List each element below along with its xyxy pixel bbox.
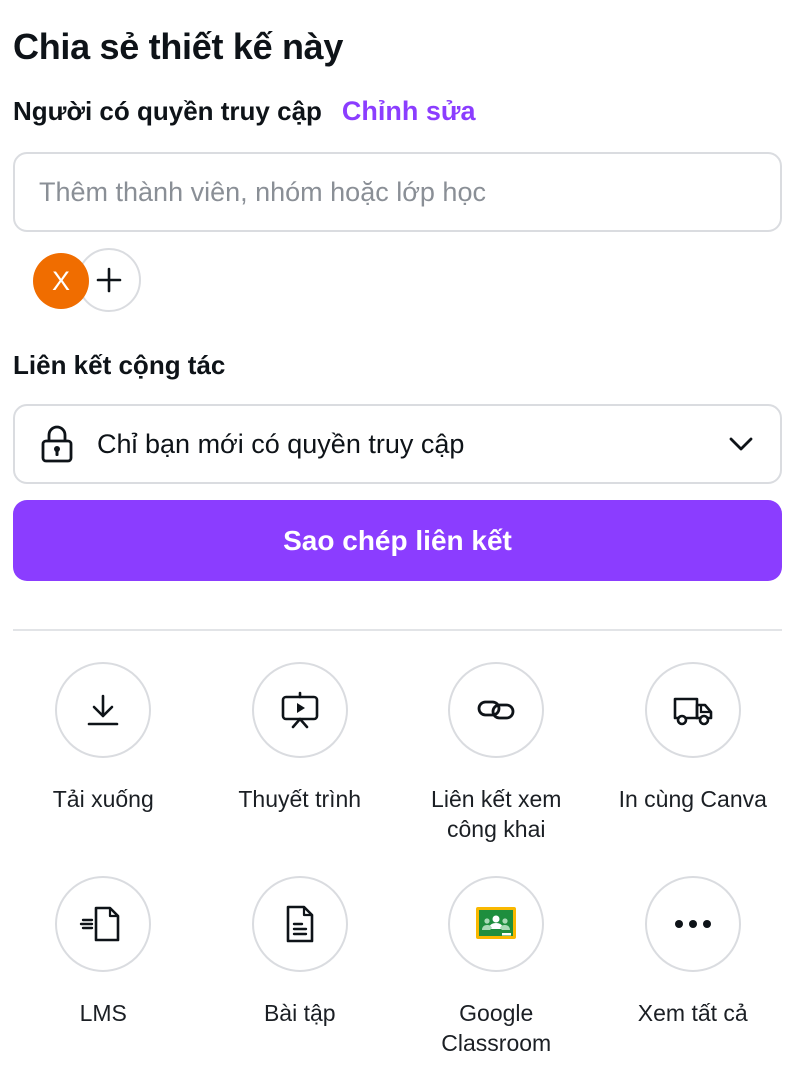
lms-icon bbox=[80, 906, 120, 942]
share-options-grid: Tải xuống Thuyết trình Liên kết xem công… bbox=[5, 662, 791, 1060]
option-public-link[interactable]: Liên kết xem công khai bbox=[398, 662, 595, 846]
access-header: Người có quyền truy cập Chỉnh sửa bbox=[13, 96, 476, 127]
option-download-button[interactable] bbox=[55, 662, 152, 758]
option-present-button[interactable] bbox=[251, 662, 348, 758]
download-icon bbox=[87, 694, 119, 726]
access-label: Người có quyền truy cập bbox=[13, 96, 322, 126]
option-lms-button[interactable] bbox=[55, 876, 152, 972]
option-label: Liên kết xem công khai bbox=[431, 786, 562, 842]
edit-access-link[interactable]: Chỉnh sửa bbox=[342, 96, 476, 127]
option-label: Google Classroom bbox=[441, 1000, 552, 1056]
present-icon bbox=[281, 691, 319, 729]
collab-link-label: Liên kết cộng tác bbox=[13, 350, 226, 380]
add-member-input[interactable] bbox=[13, 152, 782, 232]
option-label: Bài tập bbox=[263, 1000, 336, 1026]
option-label: In cùng Canva bbox=[618, 786, 767, 812]
option-google-classroom-button[interactable] bbox=[448, 876, 545, 972]
option-label: Tải xuống bbox=[52, 786, 154, 812]
chevron-down-icon bbox=[726, 429, 756, 459]
option-lms[interactable]: LMS bbox=[5, 876, 202, 1060]
copy-link-button[interactable]: Sao chép liên kết bbox=[13, 500, 782, 581]
option-label: Thuyết trình bbox=[238, 786, 362, 812]
assignment-icon bbox=[286, 905, 314, 943]
option-download[interactable]: Tải xuống bbox=[5, 662, 202, 846]
option-see-all[interactable]: Xem tất cả bbox=[595, 876, 792, 1060]
option-assignment-button[interactable] bbox=[251, 876, 348, 972]
link-access-select[interactable]: Chỉ bạn mới có quyền truy cập bbox=[13, 404, 782, 484]
option-assignment[interactable]: Bài tập bbox=[202, 876, 399, 1060]
option-print-button[interactable] bbox=[644, 662, 741, 758]
google-classroom-icon bbox=[476, 907, 517, 939]
option-google-classroom[interactable]: Google Classroom bbox=[398, 876, 595, 1060]
truck-icon bbox=[673, 697, 713, 726]
option-present[interactable]: Thuyết trình bbox=[202, 662, 399, 846]
option-public-link-button[interactable] bbox=[448, 662, 545, 758]
more-icon bbox=[674, 920, 711, 928]
plus-icon bbox=[96, 267, 122, 293]
option-print[interactable]: In cùng Canva bbox=[595, 662, 792, 846]
link-icon bbox=[477, 700, 515, 720]
divider bbox=[13, 629, 782, 631]
link-access-value: Chỉ bạn mới có quyền truy cập bbox=[97, 428, 465, 459]
option-see-all-button[interactable] bbox=[644, 876, 741, 972]
avatar[interactable]: X bbox=[33, 253, 89, 309]
dialog-title: Chia sẻ thiết kế này bbox=[13, 26, 344, 67]
lock-icon bbox=[39, 424, 75, 464]
option-label: Xem tất cả bbox=[637, 1000, 748, 1026]
option-label: LMS bbox=[79, 1000, 127, 1026]
member-avatars: X bbox=[33, 248, 153, 312]
